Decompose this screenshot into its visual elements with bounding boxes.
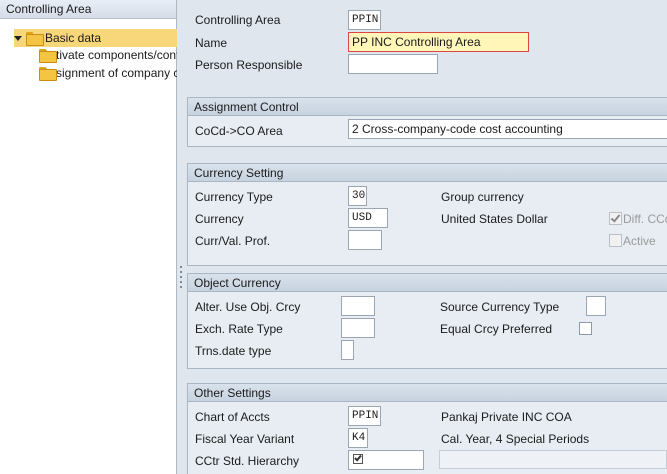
tree-item-label: Assignment of company codes	[42, 66, 177, 80]
tree-item-basic-data[interactable]: Basic data	[14, 29, 177, 47]
person-responsible-input[interactable]	[348, 54, 438, 74]
tree-header: Controlling Area	[0, 0, 176, 19]
group-title: Object Currency	[188, 274, 667, 292]
cctr-std-hierarchy-description-field	[439, 450, 667, 469]
folder-open-icon	[26, 32, 44, 46]
person-responsible-label: Person Responsible	[195, 58, 303, 72]
checkmark-icon	[610, 212, 621, 223]
navigation-tree: Controlling Area Basic data Activate com…	[0, 0, 177, 474]
curr-val-prof-label: Curr/Val. Prof.	[195, 234, 271, 248]
exch-rate-type-label: Exch. Rate Type	[195, 322, 283, 336]
controlling-area-label: Controlling Area	[195, 13, 281, 27]
group-title: Other Settings	[188, 384, 667, 402]
fiscal-year-variant-field[interactable]: K4	[348, 428, 368, 448]
diff-cc-label: Diff. CCo	[623, 212, 667, 226]
coco-co-area-select[interactable]: 2 Cross-company-code cost accounting	[348, 119, 667, 139]
coco-co-area-label: CoCd->CO Area	[195, 124, 283, 138]
currency-setting-group: Currency Setting	[187, 163, 667, 266]
trns-date-type-label: Trns.date type	[195, 344, 272, 358]
controlling-area-field[interactable]: PPIN	[348, 10, 381, 30]
fiscal-year-variant-label: Fiscal Year Variant	[195, 432, 295, 446]
exch-rate-type-input[interactable]	[341, 318, 375, 338]
tree-item-label: Activate components/control indicators	[42, 48, 177, 62]
trns-date-type-input[interactable]	[341, 340, 354, 360]
alter-use-label: Alter. Use Obj. Crcy	[195, 300, 301, 314]
active-checkbox[interactable]	[609, 234, 622, 247]
tree-item-assignment-company-codes[interactable]: Assignment of company codes	[34, 64, 177, 82]
chart-of-accts-label: Chart of Accts	[195, 410, 270, 424]
source-currency-type-label: Source Currency Type	[440, 300, 560, 314]
currency-field[interactable]: USD	[348, 208, 388, 228]
group-title: Currency Setting	[188, 164, 667, 182]
currency-label: Currency	[195, 212, 244, 226]
name-input[interactable]: PP INC Controlling Area	[348, 32, 529, 52]
detail-pane: Controlling Area PPIN Name PP INC Contro…	[184, 0, 667, 474]
tree-item-label: Basic data	[45, 31, 102, 45]
splitter-grip-icon[interactable]	[180, 266, 182, 288]
active-label: Active	[623, 234, 656, 248]
tree-item-activate-components[interactable]: Activate components/control indicators	[34, 46, 177, 64]
source-currency-type-input[interactable]	[586, 296, 606, 316]
expand-triangle-icon[interactable]	[14, 35, 22, 41]
cctr-std-hierarchy-input[interactable]	[348, 450, 424, 470]
alter-use-input[interactable]	[341, 296, 375, 316]
currency-type-field[interactable]: 30	[348, 186, 367, 206]
chart-of-accts-description: Pankaj Private INC COA	[441, 410, 572, 424]
fiscal-year-variant-description: Cal. Year, 4 Special Periods	[441, 432, 590, 446]
group-title: Assignment Control	[188, 98, 667, 116]
equal-crcy-preferred-label: Equal Crcy Preferred	[440, 322, 553, 336]
checkmark-icon	[353, 453, 363, 464]
cctr-std-hierarchy-label: CCtr Std. Hierarchy	[195, 454, 300, 468]
currency-type-label: Currency Type	[195, 190, 273, 204]
currency-type-description: Group currency	[441, 190, 524, 204]
name-label: Name	[195, 36, 228, 50]
diff-cc-checkbox[interactable]	[609, 212, 622, 225]
currency-description: United States Dollar	[441, 212, 548, 226]
chart-of-accts-field[interactable]: PPIN	[348, 406, 381, 426]
curr-val-prof-input[interactable]	[348, 230, 382, 250]
equal-crcy-preferred-checkbox[interactable]	[579, 322, 592, 335]
